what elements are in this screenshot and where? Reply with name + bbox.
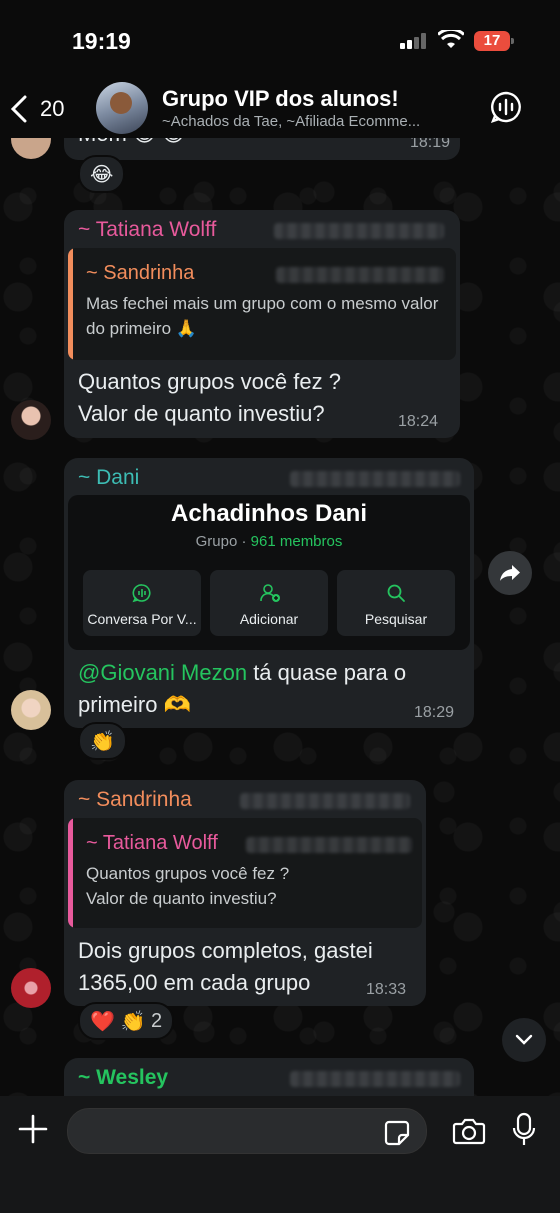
battery-indicator: 17 xyxy=(474,31,514,51)
message-reactions[interactable]: ❤️ 👏 2 xyxy=(78,1002,175,1040)
chat-header: 20 Grupo VIP dos alunos! ~Achados da Tae… xyxy=(0,80,560,138)
sender-phone xyxy=(290,471,460,487)
message-reaction[interactable]: 👏 xyxy=(78,722,127,760)
button-label: Pesquisar xyxy=(364,611,428,627)
sender-name[interactable]: ~ Tatiana Wolff xyxy=(78,218,216,242)
add-button[interactable]: Adicionar xyxy=(210,570,328,636)
status-bar: 19:19 17 xyxy=(0,0,560,80)
sender-phone xyxy=(290,1071,460,1087)
sender-avatar[interactable] xyxy=(11,690,51,730)
mention[interactable]: @Giovani Mezon xyxy=(78,660,247,685)
plus-icon[interactable] xyxy=(16,1112,50,1146)
message-text: Quantos grupos você fez ? Valor de quant… xyxy=(78,369,341,426)
cellular-signal-icon xyxy=(400,33,426,49)
message-text: Dois grupos completos, gastei 1365,00 em… xyxy=(78,938,373,995)
search-button[interactable]: Pesquisar xyxy=(337,570,455,636)
message-time: 18:29 xyxy=(414,704,455,721)
group-chat-button[interactable]: Conversa Por V... xyxy=(83,570,201,636)
quoted-message[interactable]: ~ Sandrinha Mas fechei mais um grupo com… xyxy=(68,248,456,360)
sender-name[interactable]: ~ Sandrinha xyxy=(78,788,192,812)
quote-text: Mas fechei mais um grupo com o mesmo val… xyxy=(86,294,439,338)
forward-button[interactable] xyxy=(488,551,532,595)
quote-text: Quantos grupos você fez ? Valor de quant… xyxy=(86,864,290,908)
invite-group-name: Achadinhos Dani xyxy=(170,500,368,527)
message-text: @Giovani Mezon tá quase para o primeiro … xyxy=(78,660,407,717)
group-avatar[interactable] xyxy=(96,82,148,134)
scroll-down-button[interactable] xyxy=(502,1018,546,1062)
wifi-icon xyxy=(438,30,464,48)
quote-phone xyxy=(276,267,444,283)
status-time: 19:19 xyxy=(72,28,131,54)
message-composer xyxy=(0,1096,560,1213)
invite-group-info: Grupo · 961 membros xyxy=(195,533,343,550)
sender-name[interactable]: ~ Wesley xyxy=(78,1066,168,1090)
chat-wave-icon xyxy=(132,584,151,603)
search-icon xyxy=(387,584,405,602)
group-title[interactable]: Grupo VIP dos alunos! xyxy=(162,86,399,112)
quote-bar xyxy=(68,818,73,928)
sender-phone xyxy=(274,223,444,239)
message-bubble: ~ Tatiana Wolff ~ Sandrinha Mas fechei m… xyxy=(64,210,460,438)
chevron-down-icon xyxy=(515,1034,533,1045)
message-time: 18:33 xyxy=(366,981,407,998)
button-label: Conversa Por V... xyxy=(87,611,197,627)
forward-icon xyxy=(500,565,520,581)
message-reaction[interactable]: 😂 xyxy=(78,155,126,193)
chevron-left-icon xyxy=(10,95,27,123)
unread-count: 20 xyxy=(40,96,65,121)
message-input[interactable] xyxy=(67,1108,427,1154)
add-person-icon xyxy=(260,584,280,602)
sender-avatar[interactable] xyxy=(11,400,51,440)
quote-sender: ~ Tatiana Wolff xyxy=(86,832,218,854)
sender-name[interactable]: ~ Dani xyxy=(78,466,139,490)
audio-chat-icon[interactable] xyxy=(489,90,523,124)
button-label: Adicionar xyxy=(239,611,299,627)
back-button[interactable]: 20 xyxy=(10,92,80,126)
sender-phone xyxy=(240,793,410,809)
quote-bar xyxy=(68,248,73,360)
message-bubble: ~ Sandrinha ~ Tatiana Wolff Quantos grup… xyxy=(64,780,426,1006)
group-invite-card[interactable]: Achadinhos Dani Grupo · 961 membros Conv… xyxy=(68,495,470,650)
quote-phone xyxy=(246,837,412,853)
sticker-icon[interactable] xyxy=(383,1119,411,1147)
message-time: 18:24 xyxy=(398,413,439,430)
camera-icon[interactable] xyxy=(452,1116,486,1146)
quoted-message[interactable]: ~ Tatiana Wolff Quantos grupos você fez … xyxy=(68,818,422,928)
sender-avatar[interactable] xyxy=(11,968,51,1008)
group-members-subtitle[interactable]: ~Achados da Tae, ~Afiliada Ecomme... xyxy=(162,113,472,130)
quote-sender: ~ Sandrinha xyxy=(86,262,195,284)
microphone-icon[interactable] xyxy=(512,1112,536,1148)
